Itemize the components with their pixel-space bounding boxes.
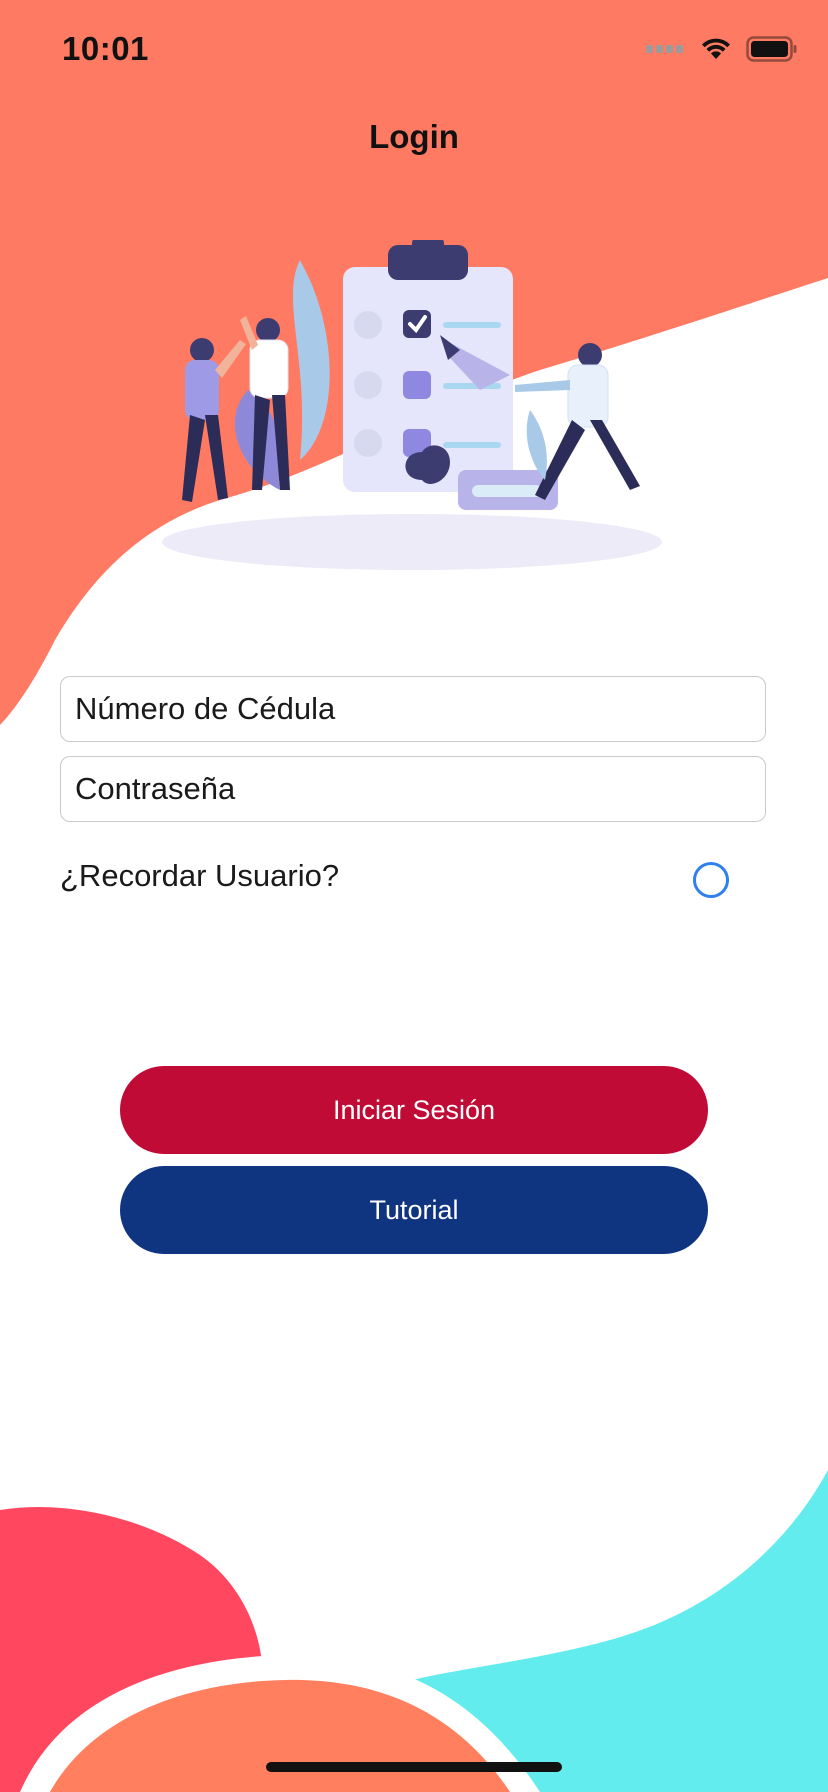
login-screen: 10:01 Login Número de Cédula Contraseña … [0,0,828,1792]
login-button-label: Iniciar Sesión [332,1094,496,1125]
signal-icon [646,45,683,53]
tutorial-button[interactable]: Tutorial [120,1166,708,1254]
remember-user-label: ¿Recordar Usuario? [60,858,340,893]
status-bar: 10:01 [0,0,828,100]
remember-user-radio[interactable] [693,862,729,898]
cedula-input[interactable]: Número de Cédula [60,676,766,742]
tutorial-button-label: Tutorial [369,1194,459,1225]
page-title: Login [369,118,459,155]
status-time: 10:01 [62,30,149,67]
login-button[interactable]: Iniciar Sesión [120,1066,708,1154]
wifi-icon [702,38,730,59]
team-checklist-illustration [162,240,662,570]
password-placeholder: Contraseña [75,771,236,806]
status-icons [646,34,798,64]
password-input[interactable]: Contraseña [60,756,766,822]
home-indicator[interactable] [266,1762,562,1772]
cedula-placeholder: Número de Cédula [75,691,336,726]
battery-icon [746,36,797,62]
